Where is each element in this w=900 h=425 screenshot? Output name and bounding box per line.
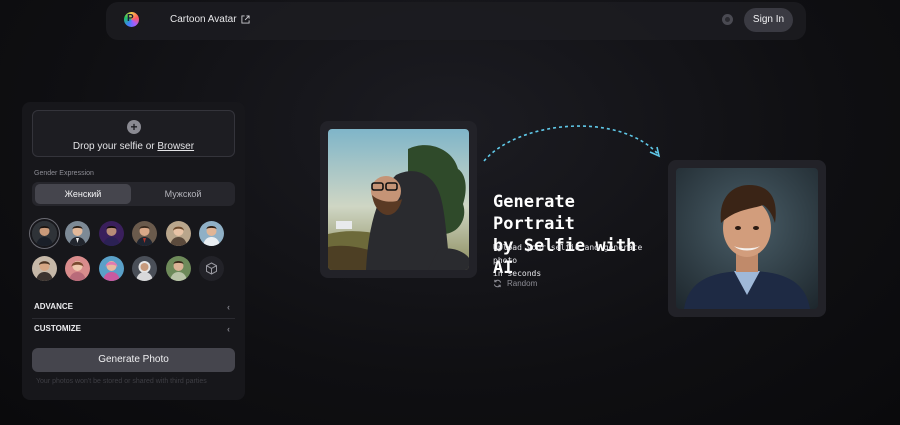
style-avatar-1[interactable] [32, 221, 57, 246]
gender-option-male[interactable]: Мужской [135, 184, 231, 204]
plus-icon: + [127, 120, 141, 134]
dropzone-prompt: Drop your selfie or [72, 141, 158, 152]
style-avatar-8[interactable] [65, 256, 90, 281]
hero-headline-line-1: Generate Portrait [493, 192, 575, 234]
customize-section-label: CUSTOMIZE [34, 324, 81, 333]
browser-link[interactable]: Browser [157, 141, 194, 152]
section-divider [32, 318, 235, 319]
gender-toggle: Женский Мужской [32, 182, 235, 206]
style-avatar-2[interactable] [65, 221, 90, 246]
cartoon-avatar-link-label[interactable]: Cartoon Avatar [170, 14, 237, 25]
gender-expression-label: Gender Expression [34, 170, 94, 177]
chevron-left-icon: ‹ [227, 302, 230, 312]
style-avatar-5[interactable] [166, 221, 191, 246]
portrait-result-card [668, 160, 826, 317]
refresh-icon [493, 279, 502, 288]
more-styles-button[interactable] [199, 256, 224, 281]
selfie-example-image [328, 129, 469, 270]
portrait-result-image [676, 168, 818, 309]
random-button[interactable]: Random [493, 279, 537, 288]
dropzone-text: Drop your selfie or Browser [33, 141, 234, 152]
privacy-disclaimer: Your photos won't be stored or shared wi… [36, 378, 207, 385]
gender-option-female[interactable]: Женский [35, 184, 131, 204]
external-link-icon [240, 15, 250, 24]
selfie-example-card [320, 121, 477, 278]
hero-subheadline: Upload your selfie and generate photo in… [493, 241, 668, 280]
curved-arrow-icon [483, 125, 661, 162]
cartoon-avatar-link[interactable]: Cartoon Avatar [170, 14, 250, 25]
style-avatar-7[interactable] [32, 256, 57, 281]
advance-section-toggle[interactable]: ADVANCE ‹ [34, 298, 234, 316]
top-navigation-bar: Cartoon Avatar Sign In [106, 2, 806, 40]
style-avatar-3[interactable] [99, 221, 124, 246]
chevron-left-icon: ‹ [227, 324, 230, 334]
gear-icon[interactable] [722, 14, 733, 25]
style-avatar-6[interactable] [199, 221, 224, 246]
style-avatar-9[interactable] [99, 256, 124, 281]
cube-icon [206, 262, 217, 275]
customize-section-toggle[interactable]: CUSTOMIZE ‹ [34, 320, 234, 338]
hero-subheadline-line-1: Upload your selfie and generate photo [493, 243, 643, 265]
advance-section-label: ADVANCE [34, 302, 73, 311]
selfie-dropzone[interactable]: + Drop your selfie or Browser [32, 110, 235, 157]
generator-panel: + Drop your selfie or Browser Gender Exp… [22, 102, 245, 400]
style-avatar-11[interactable] [166, 256, 191, 281]
random-label: Random [507, 279, 538, 288]
generate-photo-button[interactable]: Generate Photo [32, 348, 235, 372]
style-avatar-10[interactable] [132, 256, 157, 281]
sign-in-button[interactable]: Sign In [744, 8, 793, 32]
logo-icon[interactable] [124, 12, 139, 27]
style-avatar-4[interactable] [132, 221, 157, 246]
